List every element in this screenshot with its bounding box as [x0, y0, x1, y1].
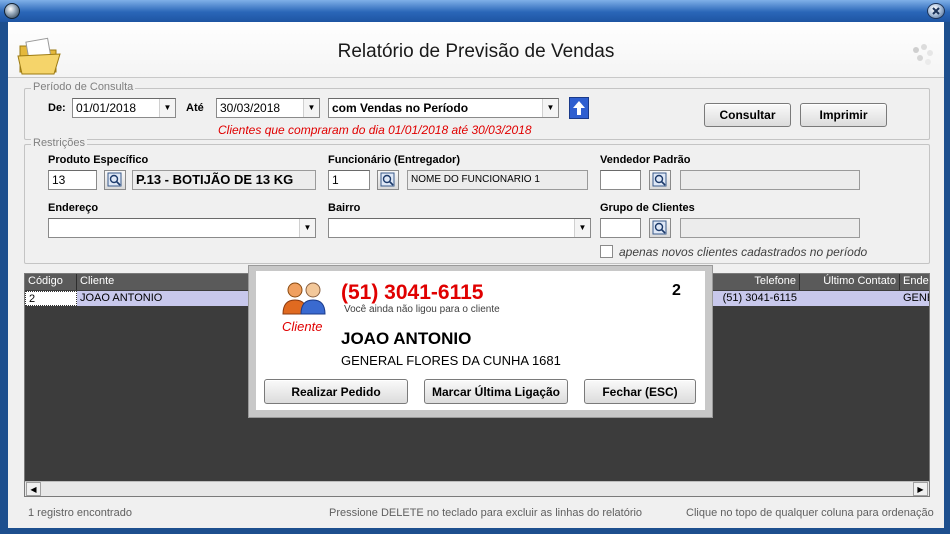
produto-label: Produto Específico	[48, 154, 149, 166]
funcionario-code-field[interactable]: 1	[328, 170, 370, 190]
popup-role-label: Cliente	[282, 319, 323, 334]
bairro-dropdown[interactable]: ▼	[574, 219, 590, 237]
window-bottom-edge	[0, 528, 950, 534]
cell-cliente[interactable]: JOAO ANTONIO	[77, 291, 277, 306]
chevron-down-icon: ▼	[163, 103, 172, 112]
people-icon	[280, 278, 328, 318]
novos-clientes-checkbox[interactable]	[600, 245, 613, 258]
magnifier-icon	[652, 220, 667, 235]
cell-codigo[interactable]: 2	[25, 291, 77, 306]
status-delete-hint: Pressione DELETE no teclado para excluir…	[329, 507, 643, 519]
cell-endereco[interactable]: GENE	[900, 291, 929, 306]
chevron-down-icon: ▼	[303, 223, 312, 232]
column-header-ultimo-contato[interactable]: Último Contato	[800, 274, 900, 290]
popup-client-address: GENERAL FLORES DA CUNHA 1681	[341, 353, 561, 368]
grupo-name-field	[680, 218, 860, 238]
novos-clientes-label: apenas novos clientes cadastrados no per…	[619, 245, 868, 259]
vendedor-code-field[interactable]	[600, 170, 641, 190]
marcar-ultima-ligacao-button[interactable]: Marcar Última Ligação	[424, 379, 568, 404]
column-header-endereco[interactable]: Ender	[900, 274, 929, 290]
chevron-left-icon: ◀	[30, 484, 37, 494]
funcionario-lookup-button[interactable]	[377, 170, 399, 190]
page-title: Relatório de Previsão de Vendas	[337, 41, 615, 62]
system-menu-icon[interactable]	[4, 3, 20, 19]
title-bar[interactable]	[0, 0, 950, 22]
ate-date-value: 30/03/2018	[220, 101, 281, 115]
periodo-legend: Período de Consulta	[31, 81, 136, 93]
cell-ultimo-contato[interactable]	[800, 291, 900, 306]
chevron-down-icon: ▼	[546, 103, 555, 112]
chevron-right-icon: ▶	[917, 484, 924, 494]
de-date-value: 01/01/2018	[76, 101, 137, 115]
scroll-left-button[interactable]: ◀	[26, 482, 41, 496]
ate-date-dropdown[interactable]: ▼	[303, 99, 319, 117]
popup-call-note: Você ainda não ligou para o cliente	[344, 304, 500, 315]
funcionario-name-field: NOME DO FUNCIONARIO 1	[407, 170, 588, 190]
vendedor-lookup-button[interactable]	[649, 170, 671, 190]
periodo-info: Clientes que compraram do dia 01/01/2018…	[218, 123, 532, 137]
tipo-select[interactable]: com Vendas no Período ▼	[328, 98, 559, 118]
column-header-codigo[interactable]: Código	[25, 274, 77, 290]
order-toggle-button[interactable]	[569, 97, 589, 119]
column-header-telefone[interactable]: Telefone	[707, 274, 800, 290]
up-arrow-icon	[573, 101, 585, 115]
produto-lookup-button[interactable]	[104, 170, 126, 190]
vendedor-label: Vendedor Padrão	[600, 154, 691, 166]
cell-telefone[interactable]: (51) 3041-6115	[707, 291, 800, 306]
produto-name-field: P.13 - BOTIJÃO DE 13 KG	[132, 170, 316, 190]
restricoes-legend: Restrições	[31, 137, 87, 149]
de-label: De:	[48, 102, 66, 114]
bairro-select[interactable]: ▼	[328, 218, 591, 238]
imprimir-button[interactable]: Imprimir	[800, 103, 887, 127]
consultar-button[interactable]: Consultar	[704, 103, 791, 127]
funcionario-label: Funcionário (Entregador)	[328, 154, 460, 166]
magnifier-icon	[652, 172, 667, 187]
chevron-down-icon: ▼	[307, 103, 316, 112]
endereco-select[interactable]: ▼	[48, 218, 316, 238]
grupo-lookup-button[interactable]	[649, 218, 671, 238]
produto-code-field[interactable]: 13	[48, 170, 97, 190]
fechar-button[interactable]: Fechar (ESC)	[584, 379, 696, 404]
status-sort-hint: Clique no topo de qualquer coluna para o…	[686, 507, 934, 519]
tipo-select-dropdown[interactable]: ▼	[542, 99, 558, 117]
popup-count: 2	[672, 282, 681, 299]
endereco-dropdown[interactable]: ▼	[299, 219, 315, 237]
ate-label: Até	[186, 102, 204, 114]
magnifier-icon	[107, 172, 122, 187]
loading-dots-icon	[908, 40, 938, 70]
grupo-code-field[interactable]	[600, 218, 641, 238]
vendedor-name-field	[680, 170, 860, 190]
status-record-count: 1 registro encontrado	[28, 507, 132, 519]
chevron-down-icon: ▼	[578, 223, 587, 232]
grupo-label: Grupo de Clientes	[600, 202, 695, 214]
popup-phone: (51) 3041-6115	[341, 281, 484, 304]
close-icon	[932, 7, 940, 15]
tipo-select-value: com Vendas no Período	[332, 101, 469, 115]
magnifier-icon	[380, 172, 395, 187]
realizar-pedido-button[interactable]: Realizar Pedido	[264, 379, 408, 404]
popup-client-name: JOAO ANTONIO	[341, 329, 472, 348]
horizontal-scrollbar[interactable]	[25, 481, 929, 496]
endereco-label: Endereço	[48, 202, 99, 214]
close-window-button[interactable]	[927, 3, 945, 19]
de-date-field[interactable]: 01/01/2018 ▼	[72, 98, 176, 118]
scroll-right-button[interactable]: ▶	[913, 482, 928, 496]
de-date-dropdown[interactable]: ▼	[159, 99, 175, 117]
ate-date-field[interactable]: 30/03/2018 ▼	[216, 98, 320, 118]
bairro-label: Bairro	[328, 202, 361, 214]
